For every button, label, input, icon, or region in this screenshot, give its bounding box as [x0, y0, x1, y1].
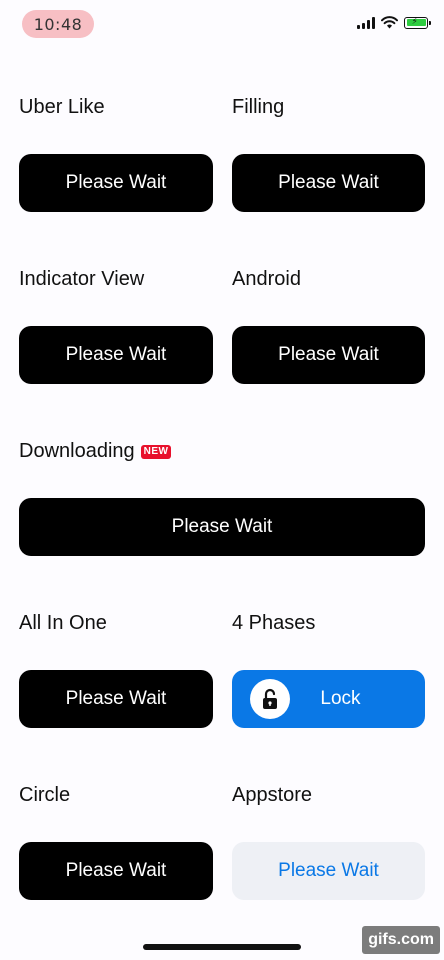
all-in-one-button[interactable]: Please Wait [19, 670, 213, 728]
indicator-view-button-label: Please Wait [65, 344, 167, 365]
label-android: Android [232, 268, 301, 290]
label-appstore: Appstore [232, 784, 313, 806]
all-in-one-button-label: Please Wait [65, 688, 167, 709]
four-phases-lock-button[interactable]: Lock [232, 670, 425, 728]
home-indicator[interactable] [143, 944, 301, 950]
android-button[interactable]: Please Wait [232, 326, 425, 384]
uber-like-button[interactable]: Please Wait [19, 154, 213, 212]
label-downloading: Downloading NEW [19, 440, 172, 463]
label-filling: Filling [232, 96, 285, 118]
android-button-label: Please Wait [278, 344, 379, 365]
appstore-button-label: Please Wait [278, 860, 379, 881]
label-uber-like: Uber Like [19, 96, 105, 118]
appstore-button[interactable]: Please Wait [232, 842, 425, 900]
wifi-icon [381, 16, 398, 29]
open-lock-icon [250, 679, 290, 719]
status-time: 10:48 [22, 10, 94, 38]
circle-button[interactable]: Please Wait [19, 842, 213, 900]
downloading-button-label: Please Wait [171, 516, 273, 537]
indicator-view-button[interactable]: Please Wait [19, 326, 213, 384]
gifs-watermark: gifs.com [362, 926, 440, 954]
filling-button[interactable]: Please Wait [232, 154, 425, 212]
label-all-in-one: All In One [19, 612, 107, 634]
filling-button-label: Please Wait [278, 172, 379, 193]
label-indicator-view: Indicator View [19, 268, 145, 290]
label-circle: Circle [19, 784, 71, 806]
new-badge: NEW [140, 444, 172, 459]
status-bar: 10:48 ⚡ [0, 0, 444, 52]
lock-button-label: Lock [320, 688, 361, 709]
cellular-signal-icon [357, 16, 375, 29]
loading-buttons-screen: 10:48 ⚡ Uber Like Filling Please Wait Pl… [0, 0, 444, 960]
downloading-button[interactable]: Please Wait [19, 498, 425, 556]
uber-like-button-label: Please Wait [65, 172, 167, 193]
status-icons: ⚡ [357, 16, 431, 29]
battery-icon: ⚡ [404, 16, 431, 29]
circle-button-label: Please Wait [65, 860, 167, 881]
label-4-phases: 4 Phases [232, 612, 316, 634]
